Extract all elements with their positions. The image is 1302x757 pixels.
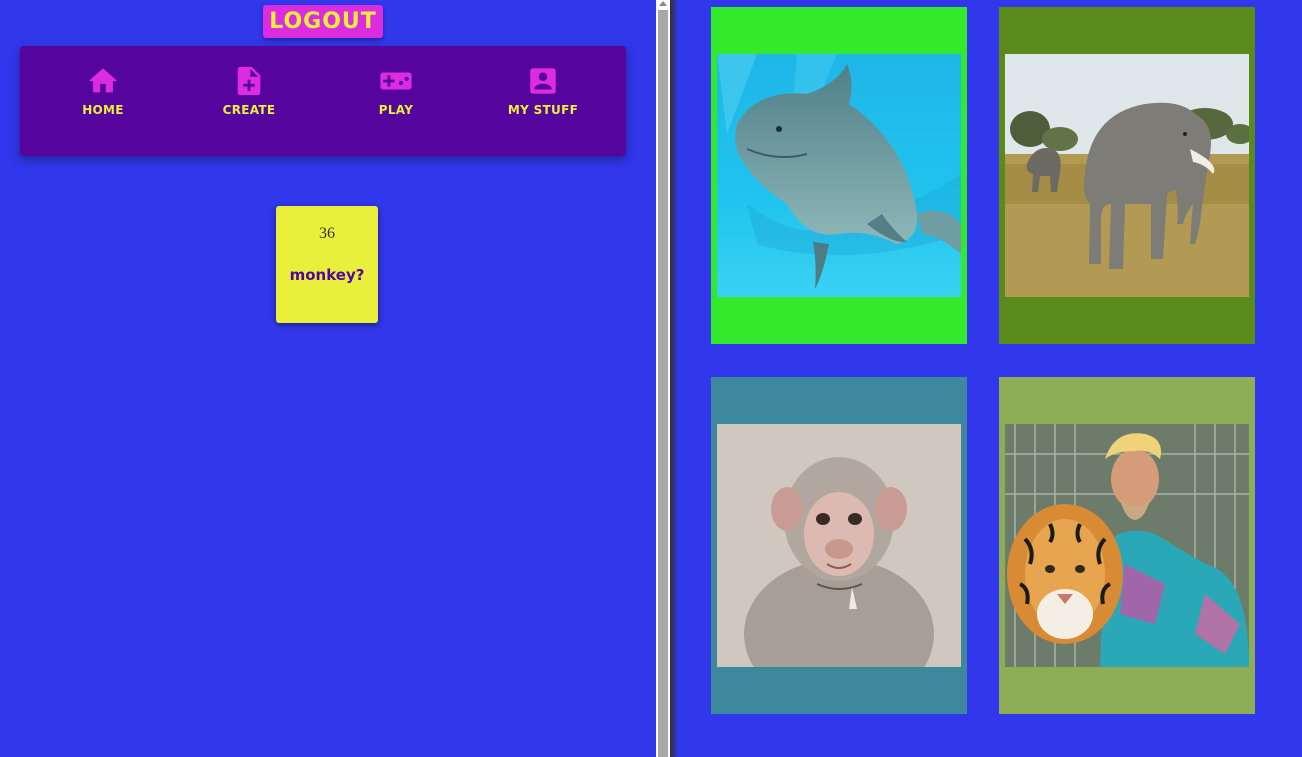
tile-dolphin[interactable] — [711, 7, 967, 344]
right-pane — [678, 0, 1302, 757]
dolphin-image — [717, 54, 961, 297]
tile-monkey[interactable] — [711, 377, 967, 714]
score-number: 36 — [319, 225, 335, 242]
logout-label: LOGOUT — [269, 9, 377, 34]
tile-elephant[interactable] — [999, 7, 1255, 344]
logout-button[interactable]: LOGOUT — [263, 5, 383, 38]
nav-item-home[interactable]: Home — [48, 64, 158, 117]
nav-bar: Home Create Play My Stuff — [20, 46, 626, 156]
elephant-image — [1005, 54, 1249, 297]
tiger-image — [1005, 424, 1249, 667]
nav-item-my-stuff[interactable]: My Stuff — [488, 64, 598, 117]
score-card[interactable]: 36 monkey? — [276, 206, 378, 323]
nav-label-create: Create — [222, 103, 276, 117]
nav-label-my-stuff: My Stuff — [507, 103, 579, 117]
scroll-up-arrow-icon[interactable] — [659, 1, 667, 6]
nav-item-play[interactable]: Play — [341, 64, 451, 117]
home-icon — [88, 68, 118, 93]
monkey-image — [717, 424, 961, 667]
gamepad-icon — [380, 72, 412, 90]
tile-tiger[interactable] — [999, 377, 1255, 714]
scrollbar-thumb[interactable] — [658, 10, 668, 757]
left-pane: LOGOUT Home Create Play — [0, 0, 656, 757]
nav-label-home: Home — [82, 103, 124, 117]
score-question: monkey? — [289, 266, 365, 284]
nav-item-create[interactable]: Create — [194, 64, 304, 117]
file-plus-icon — [237, 66, 261, 96]
nav-label-play: Play — [378, 103, 414, 117]
app-root: LOGOUT Home Create Play — [0, 0, 1302, 757]
account-box-icon — [530, 68, 556, 94]
pane-divider — [670, 0, 678, 757]
scrollbar[interactable] — [656, 0, 670, 757]
